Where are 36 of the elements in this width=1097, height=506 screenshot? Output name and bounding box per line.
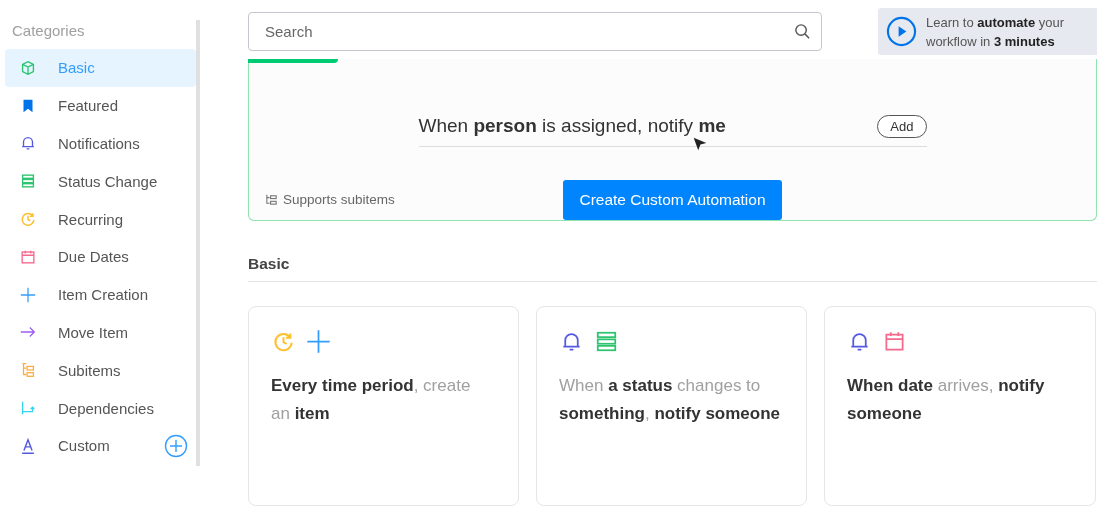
clock-icon: [19, 210, 37, 229]
promo-text: Learn to automate your workflow in 3 minutes: [926, 13, 1066, 51]
bell-icon: [19, 134, 37, 153]
sidebar-item[interactable]: Custom: [5, 426, 196, 465]
sidebar-item[interactable]: Item Creation: [5, 275, 196, 314]
search-field[interactable]: Search: [248, 12, 822, 51]
add-button[interactable]: Add: [877, 114, 927, 138]
rows-icon: [19, 172, 37, 191]
recipe-card[interactable]: Every time period, create an item: [248, 306, 519, 506]
sidebar-item[interactable]: Status Change: [5, 162, 196, 201]
sidebar-item[interactable]: Dependencies: [5, 389, 196, 427]
sidebar-item[interactable]: Featured: [5, 86, 196, 125]
letter-icon: [19, 436, 37, 455]
plus-icon: [306, 328, 331, 354]
promo-banner[interactable]: Learn to automate your workflow in 3 minutes: [878, 8, 1097, 55]
recipe-text: Every time period, create an item: [271, 375, 472, 425]
sidebar-item[interactable]: Subitems: [5, 351, 196, 390]
sidebar-item[interactable]: Due Dates: [5, 238, 196, 276]
search-icon[interactable]: [793, 22, 812, 41]
tree-icon: [265, 193, 278, 206]
automation-sentence: When person is assigned, notify me: [418, 115, 726, 138]
recipe-card[interactable]: When date arrives, notify someone: [824, 306, 1096, 506]
section-title: Basic: [248, 255, 1097, 282]
sidebar-item[interactable]: Recurring: [5, 200, 196, 238]
sidebar-item[interactable]: Move Item: [5, 313, 196, 352]
play-icon[interactable]: [886, 16, 917, 47]
recipe-card[interactable]: When a status changes to something, notify someone: [536, 306, 807, 506]
plus-icon: [19, 285, 37, 304]
sidebar-item[interactable]: Notifications: [5, 124, 196, 163]
recipe-text: When date arrives, notify someone: [847, 375, 1046, 425]
supports-subitems-label: Supports subitems: [283, 192, 395, 207]
sidebar-title: Categories: [11, 21, 86, 41]
create-automation-button[interactable]: Create Custom Automation: [563, 179, 782, 220]
recipe-text: When a status changes to something, notify someone: [559, 375, 781, 425]
add-icon[interactable]: [164, 433, 188, 458]
cube-icon: [19, 58, 37, 77]
